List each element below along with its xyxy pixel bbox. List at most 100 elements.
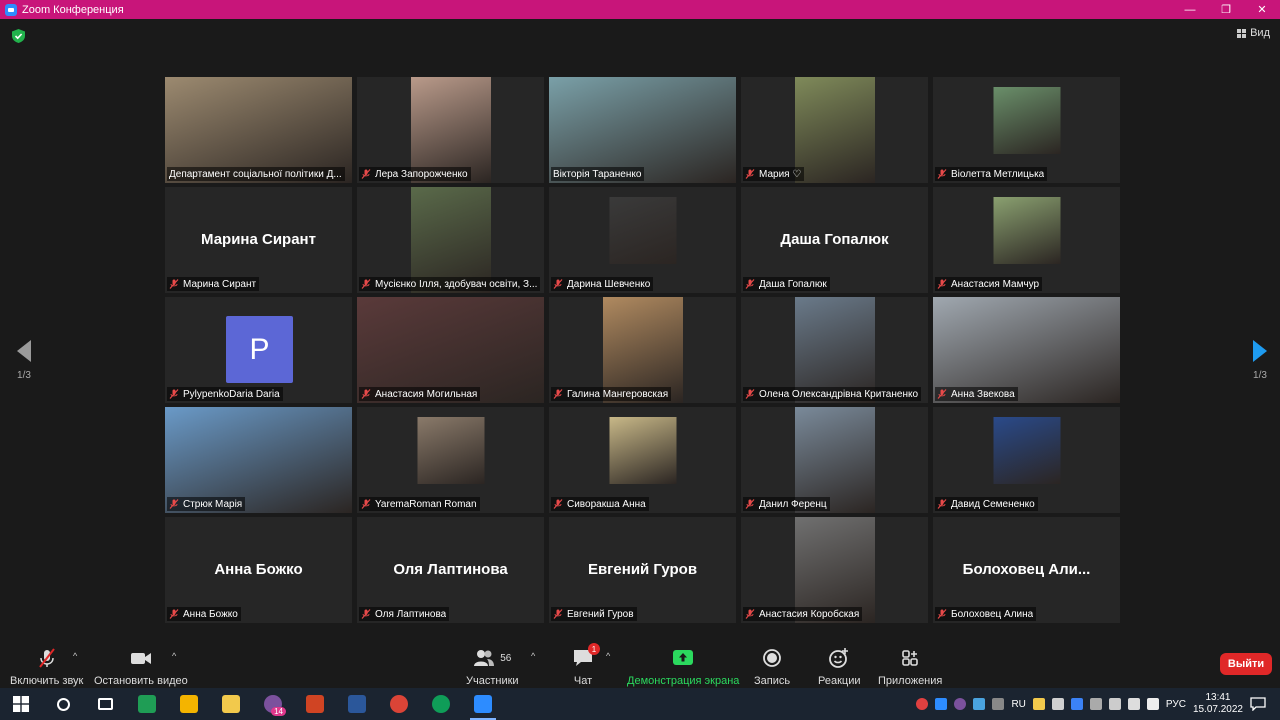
participant-tile[interactable]: Галина Мангеровская [549,297,736,403]
unmute-label: Включить звук [10,675,84,687]
participants-icon [474,650,495,666]
leave-meeting-button[interactable]: Выйти [1220,653,1272,675]
security-tray-icon[interactable] [1051,698,1064,710]
taskbar-app[interactable] [294,688,336,720]
maximize-button[interactable]: ❐ [1208,0,1244,19]
participant-tile[interactable]: Давид Семененко [933,407,1120,513]
arrow-right-icon[interactable] [1253,340,1267,362]
zoom-app-icon [5,3,17,16]
participant-display-name: Евгений Гуров [587,561,698,578]
participant-name: Олена Олександрівна Кританенко [759,388,919,400]
previous-page[interactable]: 1/3 [17,340,31,381]
taskbar-app[interactable]: 14 [252,688,294,720]
meeting-toolbar: Включить звук ^ Остановить видео ^ 56 Уч… [0,640,1280,688]
app-badge: 14 [271,707,286,716]
view-label: Вид [1250,27,1270,39]
clock[interactable]: 13:41 15.07.2022 [1193,692,1243,716]
zoom-tray-icon[interactable] [935,698,948,710]
lang-short[interactable]: RU [1011,699,1025,710]
participant-tile[interactable]: Оля Лаптинова Оля Лаптинова [357,517,544,623]
battery-icon[interactable] [1108,698,1121,710]
participant-tile[interactable]: Анастасия Могильная [357,297,544,403]
mic-muted-icon [361,279,371,289]
participant-tile[interactable]: Анна Звекова [933,297,1120,403]
participant-name-label: Данил Ференц [743,497,830,511]
app-tray-icon[interactable] [973,698,986,710]
notifications-icon[interactable] [1250,697,1266,711]
record-icon [763,649,781,667]
video-options-caret[interactable]: ^ [172,651,176,661]
participant-name-label: Анна Божко [167,607,241,621]
taskbar-app[interactable] [168,688,210,720]
participant-name: Евгений Гуров [567,608,634,620]
video-label: Остановить видео [94,675,188,687]
participant-tile[interactable]: Стрюк Марія [165,407,352,513]
participant-name-label: Даша Гопалюк [743,277,830,291]
participant-tile[interactable]: Анастасия Мамчур [933,187,1120,293]
wifi-icon[interactable] [1127,698,1140,710]
taskbar-app[interactable] [336,688,378,720]
taskbar-app[interactable] [126,688,168,720]
participant-name-label: Марина Сирант [167,277,260,291]
taskbar-app[interactable] [420,688,462,720]
shield-tray-icon[interactable] [992,698,1005,710]
participant-tile[interactable]: P PylypenkoDaria Daria [165,297,352,403]
participant-tile[interactable]: Анна Божко Анна Божко [165,517,352,623]
participant-tile[interactable]: Віолетта Метлицька [933,77,1120,183]
gallery-grid: Департамент соціальної політики Д... Лера… [165,77,1120,627]
taskbar-apps: 14 [42,688,504,720]
taskbar-app[interactable] [42,688,84,720]
apps-button[interactable]: Приложения [878,647,942,687]
view-button[interactable]: Вид [1237,27,1270,39]
reactions-button[interactable]: Реакции [818,647,861,687]
participant-tile[interactable]: Даша Гопалюк Даша Гопалюк [741,187,928,293]
participant-tile[interactable]: Данил Ференц [741,407,928,513]
participant-tile[interactable]: Лера Запорожченко [357,77,544,183]
next-page[interactable]: 1/3 [1253,340,1267,381]
participant-tile[interactable]: Олена Олександрівна Кританенко [741,297,928,403]
participant-tile[interactable]: Мария ♡ [741,77,928,183]
participant-tile[interactable]: Департамент соціальної політики Д... [165,77,352,183]
participant-tile[interactable]: Мусієнко Ілля, здобувач освіти, З... [357,187,544,293]
taskbar-app[interactable] [462,688,504,720]
participant-name: PylypenkoDaria Daria [183,388,280,400]
participant-tile[interactable]: Дарина Шевченко [549,187,736,293]
participant-tile[interactable]: Евгений Гуров Евгений Гуров [549,517,736,623]
mic-muted-icon [937,169,947,179]
opera-tray-icon[interactable] [916,698,929,710]
start-button[interactable] [0,688,42,720]
mic-muted-icon [553,609,563,619]
viber-tray-icon[interactable] [954,698,967,710]
participant-tile[interactable]: YaremaRoman Roman [357,407,544,513]
record-button[interactable]: Запись [754,647,790,687]
share-screen-button[interactable]: Демонстрация экрана [627,647,739,687]
participants-options-caret[interactable]: ^ [531,651,535,661]
taskbar-app[interactable] [84,688,126,720]
taskbar-app[interactable] [210,688,252,720]
mic-muted-icon [745,609,755,619]
folder-tray-icon[interactable] [1032,698,1045,710]
audio-options-caret[interactable]: ^ [73,651,77,661]
participants-button[interactable]: 56 Участники [466,647,519,687]
volume-icon[interactable] [1146,698,1159,710]
participant-name-label: Департамент соціальної політики Д... [167,167,345,181]
mic-muted-icon [745,279,755,289]
shield-icon[interactable] [12,29,25,43]
minimize-button[interactable]: — [1172,0,1208,19]
close-button[interactable]: ✕ [1244,0,1280,19]
participant-tile[interactable]: Анастасия Коробская [741,517,928,623]
participant-tile[interactable]: Марина Сирант Марина Сирант [165,187,352,293]
network-tray-icon[interactable] [1089,698,1102,710]
input-language[interactable]: РУС [1166,699,1186,710]
chat-options-caret[interactable]: ^ [606,651,610,661]
participant-display-name: Болоховец Али... [962,561,1091,578]
arrow-left-icon[interactable] [17,340,31,362]
participant-tile[interactable]: Вікторія Тараненко [549,77,736,183]
participant-tile[interactable]: Болоховец Али... Болоховец Алина [933,517,1120,623]
participant-tile[interactable]: Сиворакша Анна [549,407,736,513]
participant-name-label: YaremaRoman Roman [359,497,480,511]
participant-name-label: Віолетта Метлицька [935,167,1048,181]
bluetooth-icon[interactable] [1070,698,1083,710]
chat-button[interactable]: 1 Чат [572,643,600,687]
taskbar-app[interactable] [378,688,420,720]
